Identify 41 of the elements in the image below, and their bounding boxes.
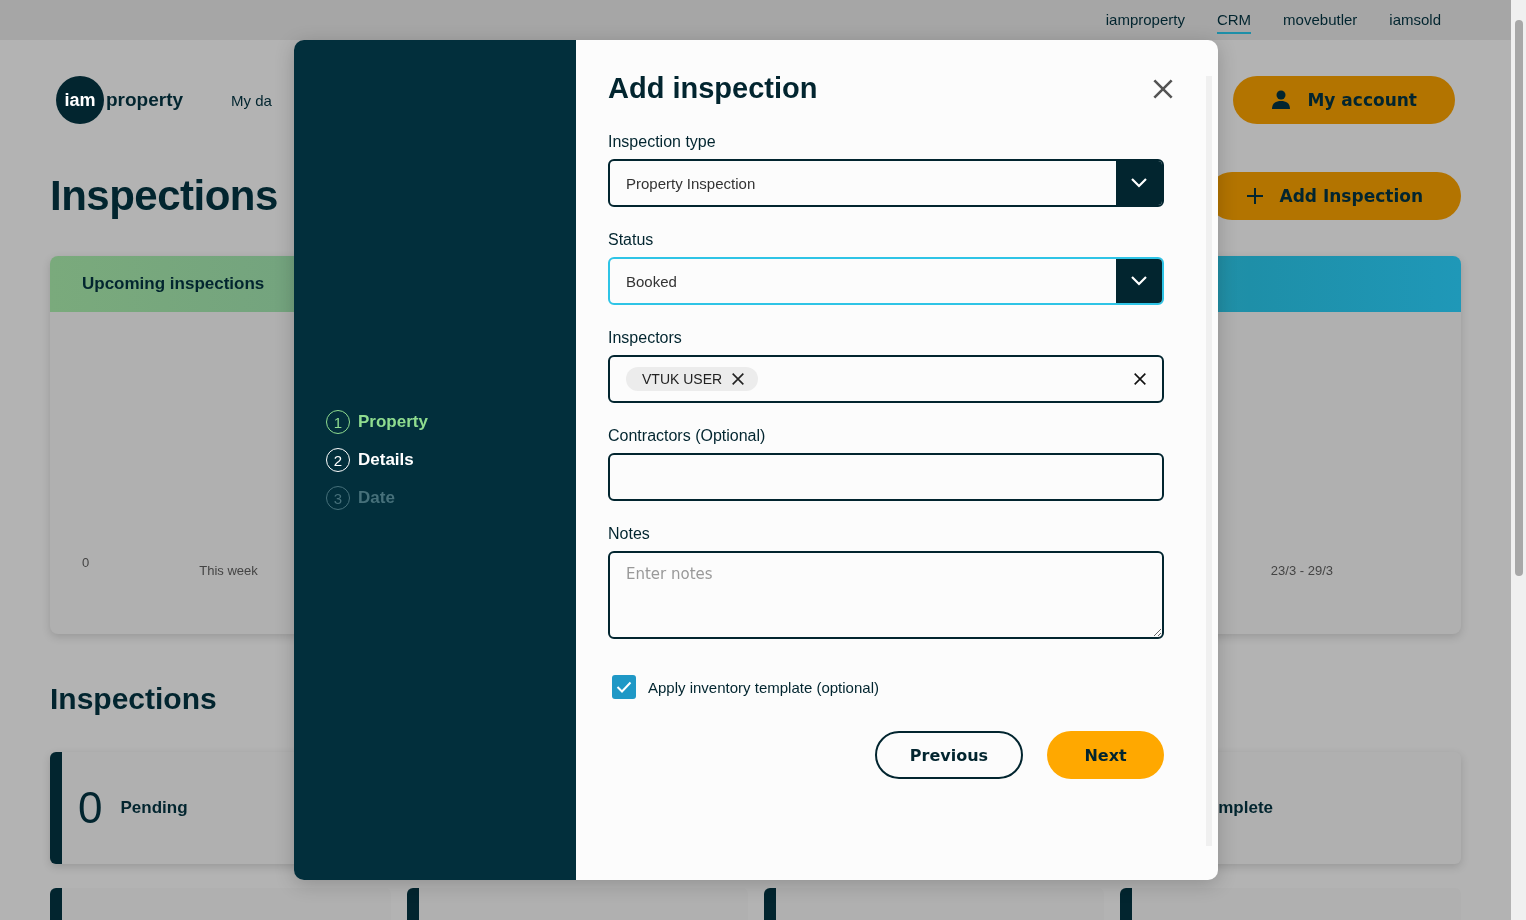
page-title: Inspections [50, 172, 278, 220]
logo: iam property [56, 76, 184, 124]
next-button[interactable]: Next [1047, 731, 1164, 779]
step-item[interactable]: 1 Property [326, 410, 576, 434]
step-item[interactable]: 2 Details [326, 448, 576, 472]
scrollbar[interactable] [1511, 0, 1526, 920]
top-nav-link[interactable]: iamproperty [1105, 6, 1185, 34]
field-label: Contractors (Optional) [608, 427, 767, 445]
field-label: Inspectors [608, 329, 683, 347]
top-nav-link[interactable]: movebutler [1283, 6, 1358, 34]
axis-label: 23/3 - 29/3 [1270, 563, 1333, 578]
chevron-down-icon [1130, 177, 1148, 189]
checkmark-icon [616, 681, 632, 693]
nav-link[interactable]: My da [231, 91, 272, 109]
remove-icon[interactable] [730, 371, 747, 387]
notes-field[interactable]: Enter notes [608, 551, 1164, 639]
top-nav-link[interactable]: iamsold [1389, 6, 1441, 34]
previous-button[interactable]: Previous [875, 731, 1023, 779]
field-label: Status [608, 231, 655, 249]
checkbox-label: Apply inventory template (optional) [648, 678, 879, 696]
my-account-button[interactable]: My account [1233, 76, 1455, 124]
stat-label: Pending [120, 798, 188, 818]
select-field[interactable]: Booked [608, 257, 1164, 305]
clear-icon[interactable] [1132, 371, 1148, 387]
axis-label: This week [199, 563, 258, 578]
select-field[interactable]: Property Inspection [608, 159, 1164, 207]
user-icon [1271, 90, 1292, 110]
multiselect-field[interactable]: VTUK USER [608, 355, 1164, 403]
tag-chip[interactable]: VTUK USER [626, 367, 759, 391]
field-label: Inspection type [608, 133, 717, 151]
input-field[interactable] [608, 453, 1164, 501]
chevron-down-icon [1130, 275, 1148, 287]
checkbox[interactable] [612, 675, 636, 699]
plus-icon [1245, 187, 1264, 205]
field-label: Notes [608, 525, 651, 543]
section-title: Inspections [50, 682, 217, 716]
top-nav-link[interactable]: CRM [1216, 6, 1252, 34]
stat-label: mplete [1218, 798, 1274, 818]
stat-count: 0 [78, 783, 103, 833]
axis-label: 0 [82, 555, 90, 570]
modal-title: Add inspection [608, 72, 818, 105]
